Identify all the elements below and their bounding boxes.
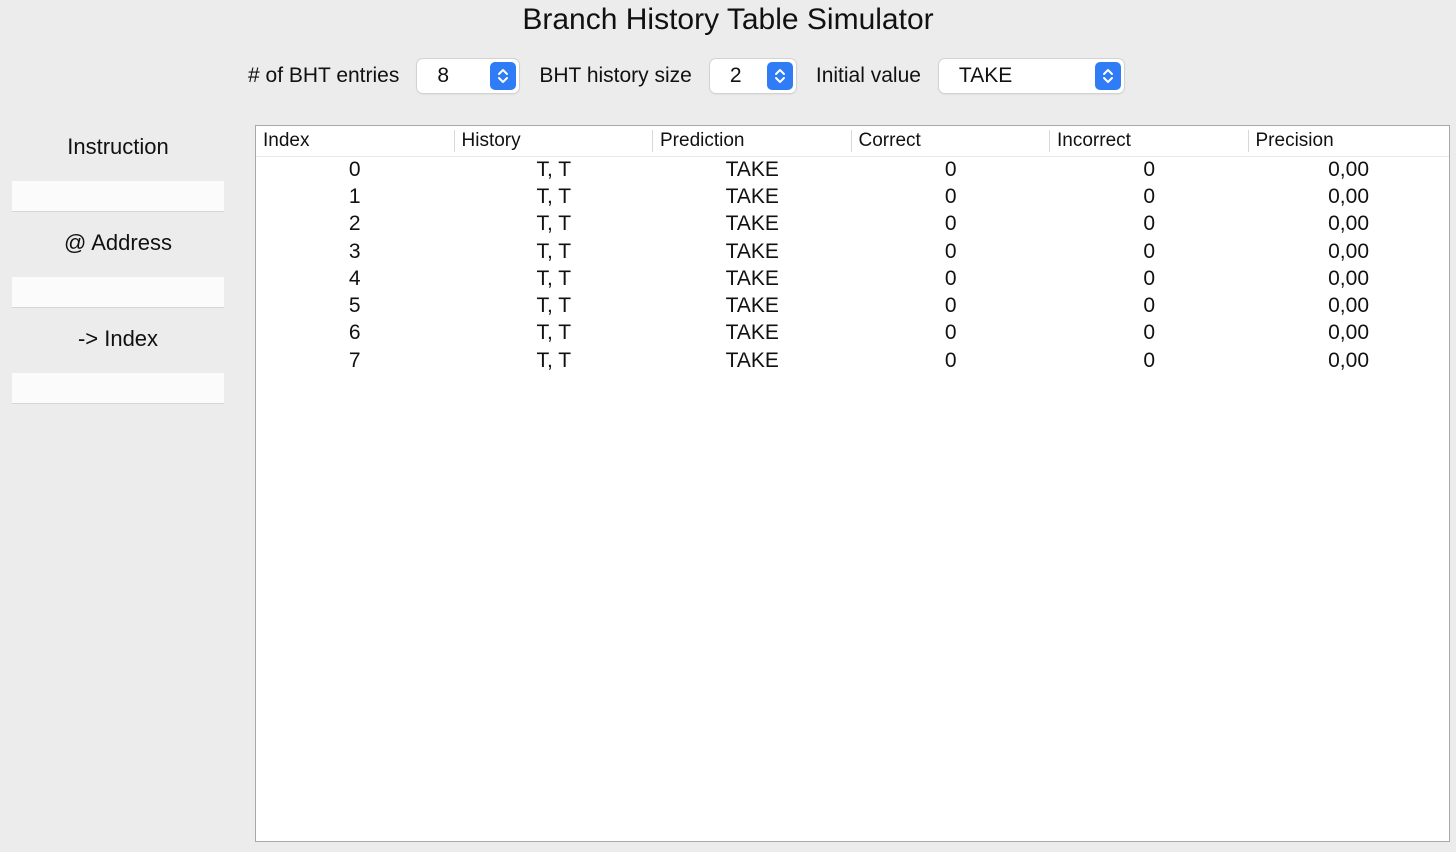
table-row[interactable]: 0 T, T TAKE 0 0 0,00 bbox=[256, 156, 1449, 183]
instruction-field[interactable] bbox=[12, 181, 224, 212]
cell-incorrect: 0 bbox=[1143, 212, 1156, 236]
cell-incorrect: 0 bbox=[1143, 266, 1156, 290]
cell-correct: 0 bbox=[944, 321, 957, 345]
cell-prediction: TAKE bbox=[725, 321, 779, 345]
cell-prediction: TAKE bbox=[725, 212, 779, 236]
cell-prediction: TAKE bbox=[725, 348, 779, 372]
cell-incorrect: 0 bbox=[1143, 321, 1156, 345]
cell-prediction: TAKE bbox=[725, 239, 779, 263]
cell-precision: 0,00 bbox=[1328, 321, 1369, 345]
cell-index: 7 bbox=[348, 348, 361, 372]
cell-incorrect: 0 bbox=[1143, 294, 1156, 318]
cell-index: 2 bbox=[348, 212, 361, 236]
cell-precision: 0,00 bbox=[1328, 184, 1369, 208]
bht-entries-label: # of BHT entries bbox=[248, 64, 400, 87]
cell-prediction: TAKE bbox=[725, 157, 779, 181]
table-row[interactable]: 5 T, T TAKE 0 0 0,00 bbox=[256, 292, 1449, 319]
cell-history: T, T bbox=[536, 184, 572, 208]
cell-precision: 0,00 bbox=[1328, 266, 1369, 290]
cell-correct: 0 bbox=[944, 157, 957, 181]
cell-correct: 0 bbox=[944, 239, 957, 263]
bht-history-size-label: BHT history size bbox=[539, 64, 692, 87]
table-body: 0 T, T TAKE 0 0 0,00 1 T, T TAKE 0 0 0,0… bbox=[256, 156, 1449, 374]
column-header-precision[interactable]: Precision bbox=[1249, 130, 1448, 152]
column-header-incorrect[interactable]: Incorrect bbox=[1050, 130, 1249, 152]
cell-history: T, T bbox=[536, 212, 572, 236]
initial-value-select[interactable]: TAKE bbox=[938, 59, 1124, 93]
initial-value-value: TAKE bbox=[958, 64, 1013, 87]
table-row[interactable]: 1 T, T TAKE 0 0 0,00 bbox=[256, 183, 1449, 210]
bht-table[interactable]: Index History Prediction Correct Incorre… bbox=[255, 125, 1450, 842]
column-header-index[interactable]: Index bbox=[256, 130, 455, 152]
cell-precision: 0,00 bbox=[1328, 157, 1369, 181]
cell-prediction: TAKE bbox=[725, 266, 779, 290]
cell-incorrect: 0 bbox=[1143, 157, 1156, 181]
cell-index: 4 bbox=[348, 266, 361, 290]
cell-precision: 0,00 bbox=[1328, 212, 1369, 236]
cell-correct: 0 bbox=[944, 266, 957, 290]
bht-entries-value: 8 bbox=[437, 64, 450, 87]
column-header-prediction[interactable]: Prediction bbox=[653, 130, 852, 152]
cell-correct: 0 bbox=[944, 348, 957, 372]
table-row[interactable]: 6 T, T TAKE 0 0 0,00 bbox=[256, 320, 1449, 347]
cell-correct: 0 bbox=[944, 184, 957, 208]
instruction-label: Instruction bbox=[67, 134, 169, 159]
column-header-history[interactable]: History bbox=[455, 130, 653, 152]
initial-value-label: Initial value bbox=[815, 64, 921, 87]
address-field[interactable] bbox=[12, 277, 224, 308]
cell-prediction: TAKE bbox=[725, 184, 779, 208]
cell-index: 5 bbox=[348, 294, 361, 318]
cell-precision: 0,00 bbox=[1328, 239, 1369, 263]
up-down-chevron-icon[interactable] bbox=[490, 62, 517, 90]
cell-prediction: TAKE bbox=[725, 294, 779, 318]
up-down-chevron-icon[interactable] bbox=[766, 62, 793, 90]
bht-entries-select[interactable]: 8 bbox=[417, 59, 520, 93]
cell-precision: 0,00 bbox=[1328, 348, 1369, 372]
table-row[interactable]: 2 T, T TAKE 0 0 0,00 bbox=[256, 211, 1449, 238]
table-row[interactable]: 7 T, T TAKE 0 0 0,00 bbox=[256, 347, 1449, 374]
cell-index: 3 bbox=[348, 239, 361, 263]
cell-incorrect: 0 bbox=[1143, 239, 1156, 263]
cell-index: 1 bbox=[348, 184, 361, 208]
bht-history-size-value: 2 bbox=[729, 64, 742, 87]
cell-correct: 0 bbox=[944, 294, 957, 318]
address-label: @ Address bbox=[64, 230, 172, 255]
controls-bar: # of BHT entries 8 BHT history size 2 In… bbox=[248, 57, 1144, 95]
cell-history: T, T bbox=[536, 321, 572, 345]
cell-history: T, T bbox=[536, 266, 572, 290]
table-header: Index History Prediction Correct Incorre… bbox=[256, 126, 1449, 157]
cell-correct: 0 bbox=[944, 212, 957, 236]
app-title: Branch History Table Simulator bbox=[522, 3, 934, 36]
cell-precision: 0,00 bbox=[1328, 294, 1369, 318]
cell-index: 0 bbox=[348, 157, 361, 181]
column-header-correct[interactable]: Correct bbox=[852, 130, 1050, 152]
table-row[interactable]: 3 T, T TAKE 0 0 0,00 bbox=[256, 238, 1449, 265]
cell-incorrect: 0 bbox=[1143, 348, 1156, 372]
bht-history-size-select[interactable]: 2 bbox=[709, 59, 796, 93]
cell-incorrect: 0 bbox=[1143, 184, 1156, 208]
cell-history: T, T bbox=[536, 348, 572, 372]
table-row[interactable]: 4 T, T TAKE 0 0 0,00 bbox=[256, 265, 1449, 292]
cell-history: T, T bbox=[536, 239, 572, 263]
index-field[interactable] bbox=[12, 373, 224, 404]
cell-index: 6 bbox=[348, 321, 361, 345]
up-down-chevron-icon[interactable] bbox=[1094, 62, 1121, 90]
cell-history: T, T bbox=[536, 157, 572, 181]
index-label: -> Index bbox=[77, 326, 159, 351]
cell-history: T, T bbox=[536, 294, 572, 318]
